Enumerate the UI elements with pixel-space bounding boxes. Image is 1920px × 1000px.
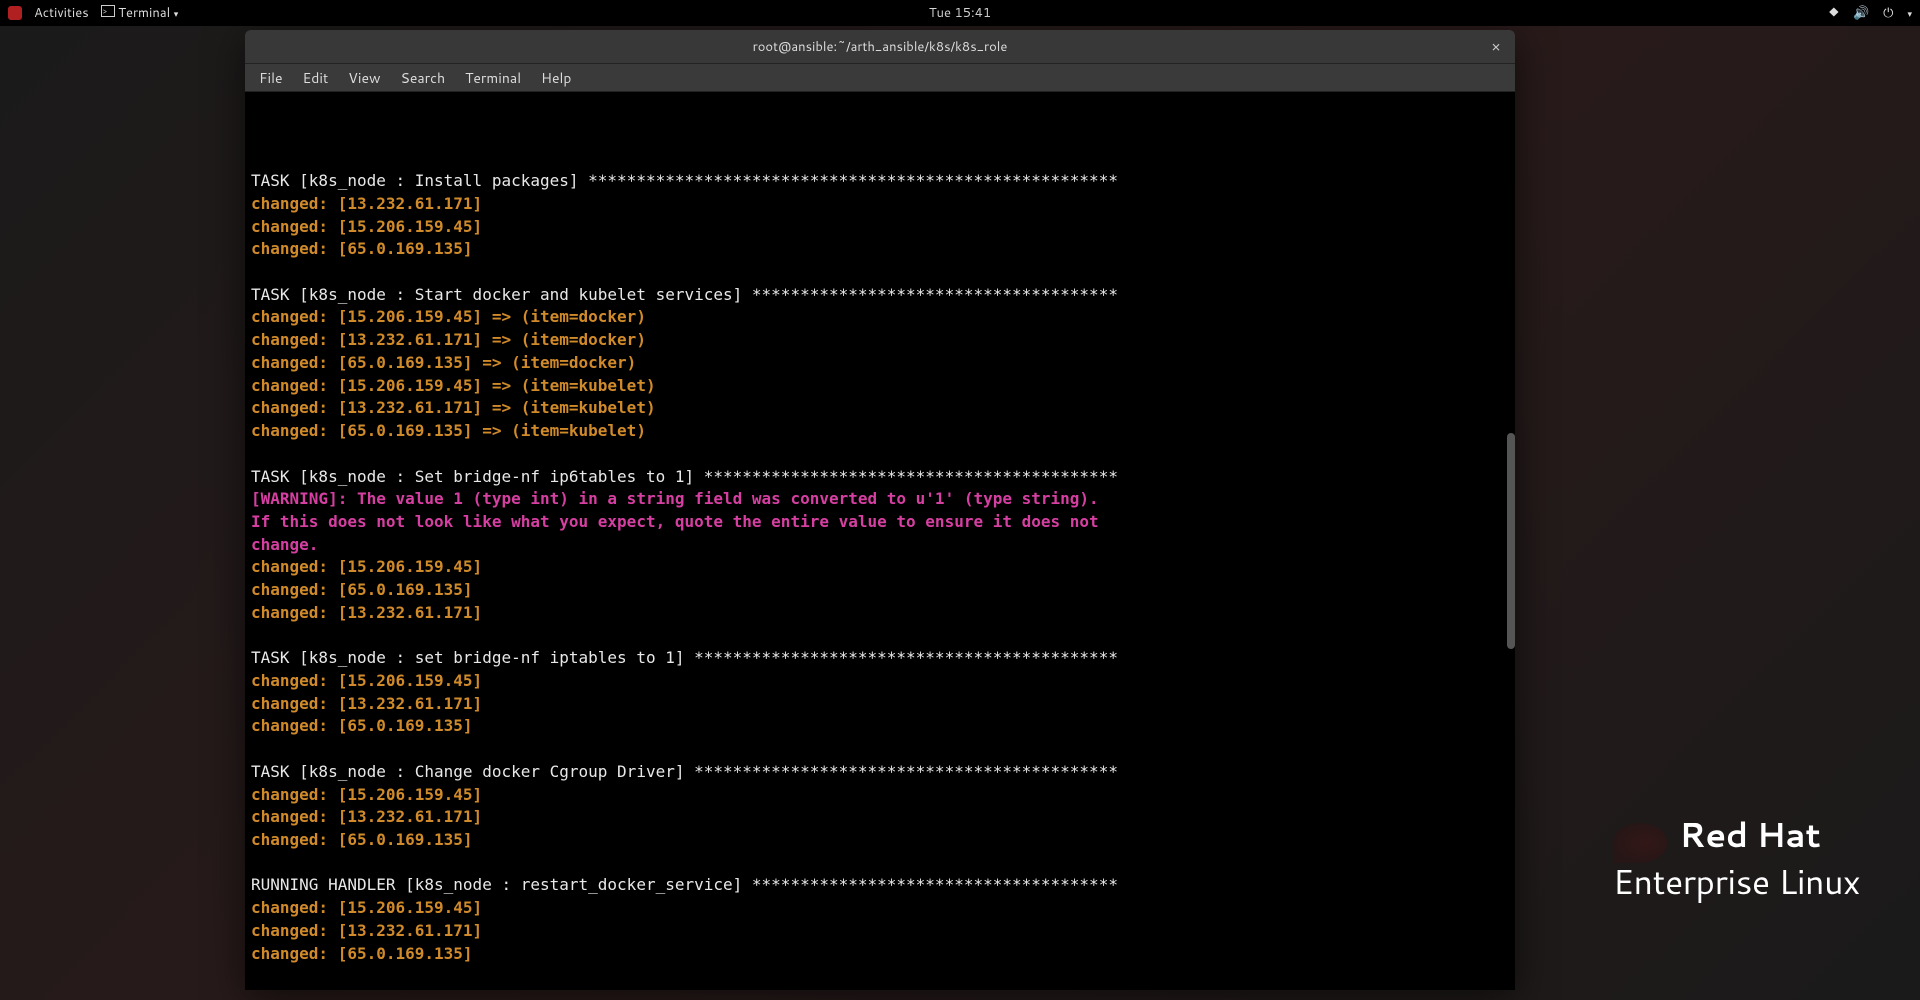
brand-line-2: Enterprise Linux	[1613, 863, 1860, 900]
menu-view[interactable]: View	[340, 65, 388, 91]
terminal-line	[251, 443, 1509, 466]
scrollbar-thumb[interactable]	[1507, 433, 1515, 649]
chevron-down-icon: ▾	[174, 7, 179, 20]
terminal-line: changed: [13.232.61.171]	[251, 806, 1509, 829]
menu-edit[interactable]: Edit	[295, 65, 337, 91]
terminal-line: TASK [k8s_node : set bridge-nf iptables …	[251, 647, 1509, 670]
redhat-icon	[1613, 823, 1667, 863]
terminal-line: changed: [13.232.61.171] => (item=kubele…	[251, 397, 1509, 420]
menu-search[interactable]: Search	[393, 65, 454, 91]
chevron-down-icon[interactable]: ▾	[1907, 7, 1912, 20]
terminal-line	[251, 625, 1509, 648]
close-icon[interactable]: ×	[1487, 38, 1505, 56]
terminal-line: changed: [15.206.159.45]	[251, 556, 1509, 579]
brand-line-1: Red Hat	[1679, 810, 1820, 858]
menu-help[interactable]: Help	[533, 65, 579, 91]
menu-file[interactable]: File	[251, 65, 291, 91]
clock[interactable]: Tue 15:41	[929, 4, 991, 22]
terminal-line	[251, 852, 1509, 875]
window-titlebar[interactable]: root@ansible:~/arth_ansible/k8s/k8s_role…	[245, 30, 1515, 64]
terminal-line: changed: [15.206.159.45]	[251, 216, 1509, 239]
terminal-line: changed: [13.232.61.171]	[251, 602, 1509, 625]
terminal-icon	[101, 5, 115, 17]
terminal-line: changed: [15.206.159.45]	[251, 670, 1509, 693]
terminal-menubar: File Edit View Search Terminal Help	[245, 64, 1515, 92]
terminal-output[interactable]: TASK [k8s_node : Install packages] *****…	[245, 92, 1515, 990]
activities-button[interactable]: Activities	[34, 4, 89, 22]
terminal-line: changed: [13.232.61.171] => (item=docker…	[251, 329, 1509, 352]
terminal-line: changed: [15.206.159.45]	[251, 784, 1509, 807]
terminal-line	[251, 738, 1509, 761]
terminal-line	[251, 261, 1509, 284]
desktop-branding: Red Hat Enterprise Linux	[1613, 817, 1860, 900]
terminal-line: changed: [65.0.169.135]	[251, 829, 1509, 852]
power-icon[interactable]: ⏻	[1883, 4, 1893, 22]
gnome-topbar: Activities Terminal ▾ Tue 15:41 ⯁ 🔊 ⏻ ▾	[0, 0, 1920, 26]
terminal-line: changed: [15.206.159.45] => (item=docker…	[251, 306, 1509, 329]
terminal-line: TASK [k8s_node : Install packages] *****…	[251, 170, 1509, 193]
terminal-line: changed: [65.0.169.135]	[251, 579, 1509, 602]
menu-terminal[interactable]: Terminal	[457, 65, 529, 91]
terminal-line: If this does not look like what you expe…	[251, 511, 1509, 534]
terminal-line: changed: [15.206.159.45]	[251, 897, 1509, 920]
terminal-line: changed: [13.232.61.171]	[251, 920, 1509, 943]
terminal-line: TASK [k8s_node : Set bridge-nf ip6tables…	[251, 466, 1509, 489]
terminal-line: changed: [65.0.169.135] => (item=docker)	[251, 352, 1509, 375]
terminal-window: root@ansible:~/arth_ansible/k8s/k8s_role…	[245, 30, 1515, 990]
terminal-line: TASK [k8s_node : Change docker Cgroup Dr…	[251, 761, 1509, 784]
volume-icon[interactable]: 🔊	[1853, 4, 1869, 22]
terminal-line: changed: [65.0.169.135] => (item=kubelet…	[251, 420, 1509, 443]
terminal-line: PLAY [Configuring master] **************…	[251, 988, 1509, 990]
terminal-line: changed: [13.232.61.171]	[251, 193, 1509, 216]
terminal-line: change.	[251, 534, 1509, 557]
terminal-line: TASK [k8s_node : Start docker and kubele…	[251, 284, 1509, 307]
terminal-line: changed: [65.0.169.135]	[251, 715, 1509, 738]
terminal-line: changed: [65.0.169.135]	[251, 943, 1509, 966]
terminal-line	[251, 965, 1509, 988]
network-icon[interactable]: ⯁	[1829, 4, 1839, 22]
window-title: root@ansible:~/arth_ansible/k8s/k8s_role	[753, 38, 1008, 56]
terminal-line: [WARNING]: The value 1 (type int) in a s…	[251, 488, 1509, 511]
terminal-line: changed: [65.0.169.135]	[251, 238, 1509, 261]
terminal-line: changed: [13.232.61.171]	[251, 693, 1509, 716]
app-indicator[interactable]: Terminal ▾	[101, 4, 179, 22]
terminal-line: changed: [15.206.159.45] => (item=kubele…	[251, 375, 1509, 398]
scrollbar[interactable]	[1505, 92, 1515, 990]
app-label: Terminal	[118, 4, 170, 22]
distro-icon	[8, 6, 22, 20]
terminal-line: RUNNING HANDLER [k8s_node : restart_dock…	[251, 874, 1509, 897]
